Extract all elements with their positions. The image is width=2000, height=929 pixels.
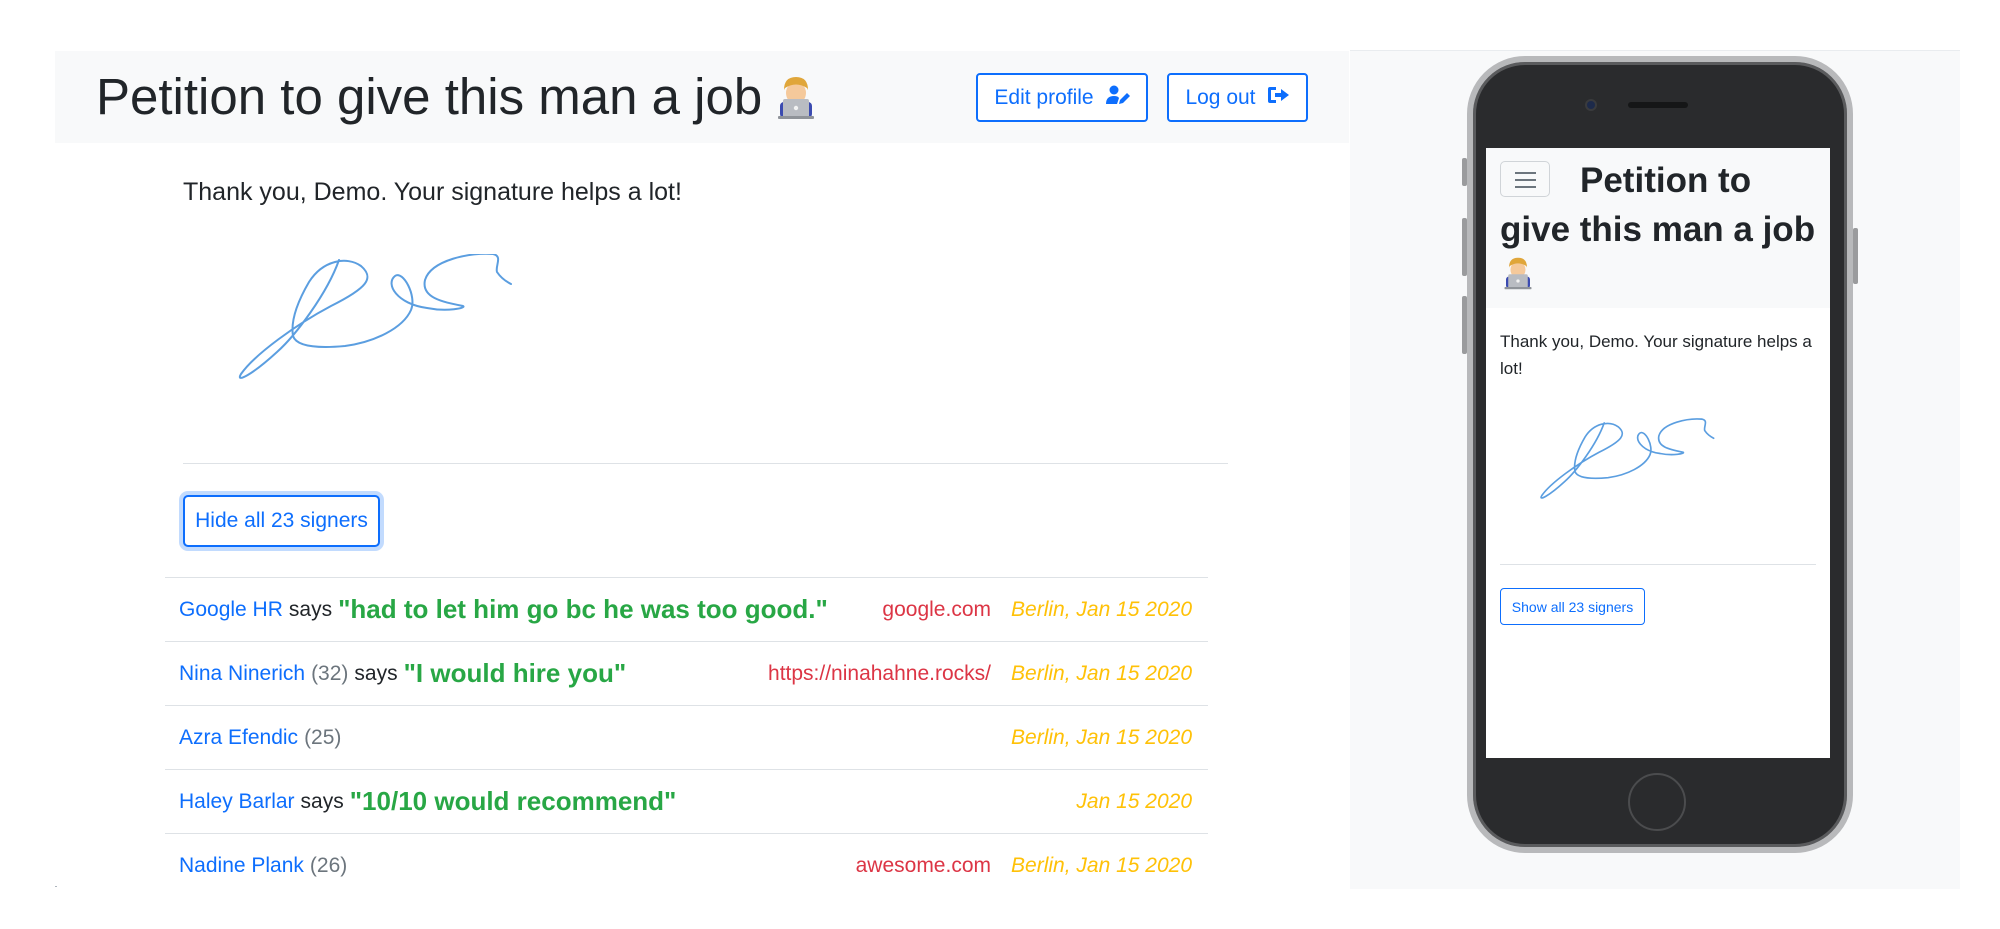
signer-website[interactable]: https://ninahahne.rocks/	[768, 642, 991, 705]
edit-profile-button[interactable]: Edit profile	[976, 73, 1148, 122]
phone-side-button	[1462, 158, 1467, 186]
mobile-signature-image	[1540, 418, 1715, 499]
page-title-text: Petition to give this man a job	[96, 68, 763, 125]
hamburger-menu-icon[interactable]	[1500, 161, 1550, 197]
thank-you-message: Thank you, Demo. Your signature helps a …	[183, 178, 682, 206]
list-item: Nina Ninerich (32) says "I would hire yo…	[165, 642, 1208, 706]
signer-date: Berlin, Jan 15 2020	[1011, 597, 1192, 621]
hide-signers-label: Hide all 23 signers	[195, 509, 368, 532]
technologist-emoji-icon	[772, 71, 820, 135]
edit-profile-label: Edit profile	[994, 85, 1094, 109]
signer-name[interactable]: Azra Efendic	[179, 726, 298, 750]
signature-image	[238, 254, 512, 379]
signer-age: (26)	[309, 853, 348, 877]
signer-age: (32)	[311, 661, 349, 685]
mobile-divider	[1500, 564, 1816, 565]
signer-date: Berlin, Jan 15 2020	[1011, 661, 1192, 685]
technologist-emoji-icon	[1500, 254, 1536, 295]
list-item: Azra Efendic (25) Berlin, Jan 15 2020	[165, 706, 1208, 770]
hide-signers-button[interactable]: Hide all 23 signers	[183, 495, 380, 547]
list-item: Google HR says "had to let him go bc he …	[165, 578, 1208, 642]
list-item: Nadine Plank (26) awesome.com Berlin, Ja…	[165, 834, 1208, 888]
phone-side-button	[1462, 296, 1467, 354]
signer-quote: "had to let him go bc he was too good."	[338, 594, 828, 624]
signer-quote: "10/10 would recommend"	[349, 786, 677, 816]
phone-screen: Petition to give this man a job Thank yo…	[1486, 148, 1830, 758]
divider	[55, 886, 57, 887]
signer-name[interactable]: Nina Ninerich	[179, 662, 305, 686]
show-signers-label: Show all 23 signers	[1511, 598, 1634, 615]
signer-name[interactable]: Haley Barlar	[179, 790, 295, 814]
signer-name[interactable]: Nadine Plank	[179, 854, 304, 878]
show-signers-button[interactable]: Show all 23 signers	[1500, 588, 1645, 625]
signer-date: Berlin, Jan 15 2020	[1011, 725, 1192, 749]
log-out-label: Log out	[1185, 85, 1256, 109]
phone-side-button	[1462, 218, 1467, 276]
says-text: says	[288, 597, 333, 621]
mobile-thank-you-message: Thank you, Demo. Your signature helps a …	[1500, 332, 1812, 378]
signer-quote: "I would hire you"	[403, 658, 627, 688]
signer-website[interactable]: google.com	[882, 578, 991, 641]
speaker-icon	[1628, 102, 1688, 108]
says-text: says	[354, 661, 398, 685]
signer-name[interactable]: Google HR	[179, 598, 283, 622]
phone-side-button	[1853, 228, 1858, 284]
signers-list: Google HR says "had to let him go bc he …	[165, 577, 1208, 888]
navbar: Petition to give this man a job Edit pro…	[55, 51, 1349, 143]
signer-age: (25)	[304, 725, 342, 749]
signer-website[interactable]: awesome.com	[856, 834, 991, 888]
list-item: Haley Barlar says "10/10 would recommend…	[165, 770, 1208, 834]
signer-date: Jan 15 2020	[1076, 789, 1192, 813]
says-text: says	[300, 789, 344, 813]
divider	[183, 463, 1228, 464]
mobile-navbar: Petition to give this man a job	[1486, 148, 1830, 308]
page-title: Petition to give this man a job	[96, 65, 820, 135]
home-button	[1628, 773, 1686, 831]
log-out-button[interactable]: Log out	[1167, 73, 1308, 122]
sign-out-icon	[1267, 86, 1290, 110]
signer-date: Berlin, Jan 15 2020	[1011, 853, 1192, 877]
camera-icon	[1587, 101, 1595, 109]
desktop-view: Petition to give this man a job Edit pro…	[55, 51, 1349, 888]
user-edit-icon	[1105, 85, 1130, 111]
